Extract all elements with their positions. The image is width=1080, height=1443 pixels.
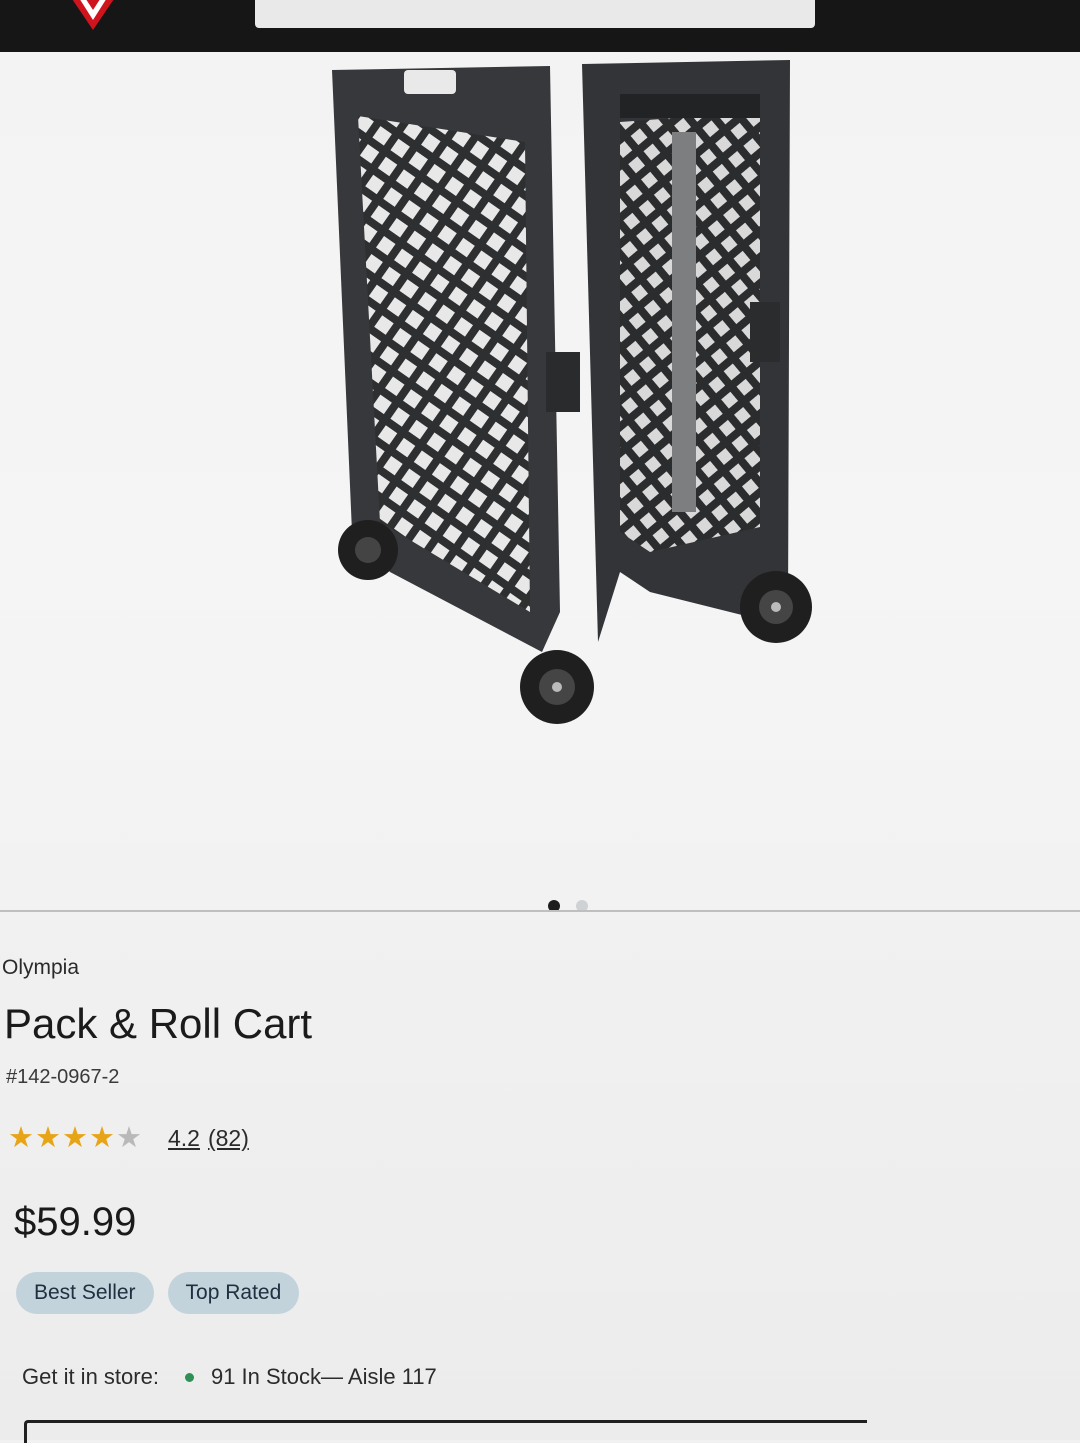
product-image-gallery[interactable] — [0, 52, 1080, 912]
star-icon: ★ — [8, 1122, 34, 1154]
star-icon: ★ — [35, 1122, 61, 1154]
product-badges: Best Seller Top Rated — [16, 1272, 300, 1314]
badge-best-seller: Best Seller — [16, 1272, 154, 1314]
product-rating: ★ ★ ★ ★ ★ 4.2 (82) — [8, 1124, 257, 1153]
star-icon: ★ — [62, 1122, 88, 1154]
product-info: Olympia Pack & Roll Cart #142-0967-2 ★ ★ ★… — [0, 912, 1080, 1443]
badge-top-rated: Top Rated — [167, 1272, 300, 1314]
star-icon: ★ — [116, 1122, 142, 1154]
search-bar[interactable] — [255, 0, 815, 28]
product-price: $59.99 — [14, 1200, 137, 1244]
star-icon: ★ — [89, 1122, 115, 1154]
store-logo-icon[interactable] — [58, 0, 128, 32]
product-brand[interactable]: Olympia — [2, 956, 79, 980]
rating-value: 4.2 — [168, 1125, 200, 1151]
product-sku: #142-0967-2 — [6, 1066, 120, 1088]
in-store-status: 91 In Stock— Aisle 117 — [210, 1364, 437, 1389]
in-store-label: Get it in store: — [22, 1364, 159, 1389]
in-stock-indicator-icon — [184, 1372, 194, 1382]
rating-stars: ★ ★ ★ ★ ★ — [8, 1124, 142, 1153]
product-image — [332, 60, 812, 724]
rating-count: (82) — [207, 1125, 249, 1151]
rating-link[interactable]: 4.2 (82) — [168, 1125, 257, 1152]
in-store-availability: Get it in store: 91 In Stock— Aisle 117 — [22, 1364, 437, 1390]
product-title: Pack & Roll Cart — [4, 1000, 313, 1047]
